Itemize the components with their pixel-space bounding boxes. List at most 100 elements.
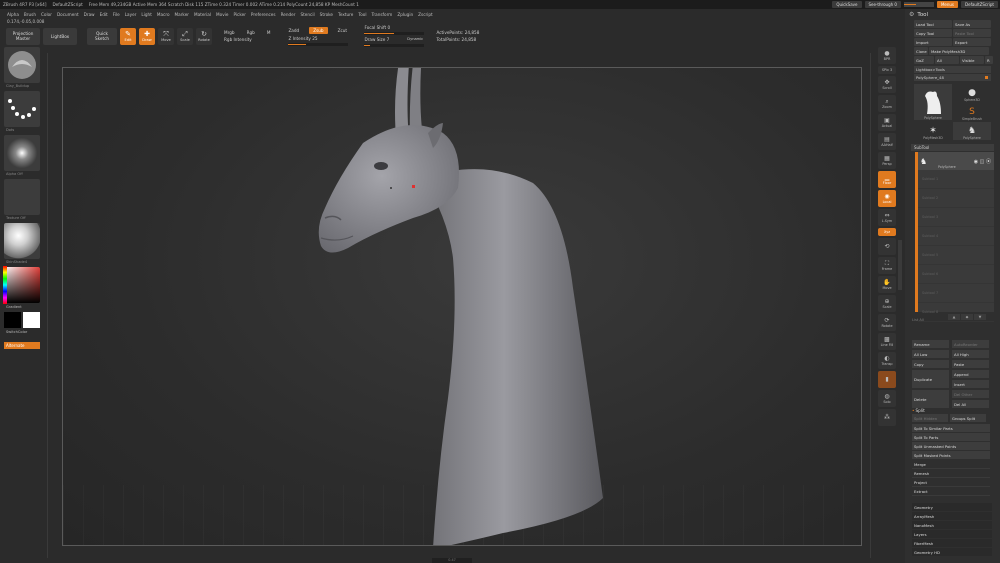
focal-shift-track[interactable] [364, 32, 425, 35]
all-low-button[interactable]: All Low [912, 350, 949, 358]
menu-light[interactable]: Light [141, 12, 151, 17]
subtool-empty-slot[interactable]: Subtool 7 [918, 284, 994, 303]
ghost-button[interactable]: ▮ [878, 371, 896, 388]
menu-stroke[interactable]: Stroke [320, 12, 333, 17]
menu-texture[interactable]: Texture [338, 12, 353, 17]
draw-size-slider[interactable]: Draw Size 7 [364, 37, 389, 42]
subpalette-geometry[interactable]: Geometry [912, 503, 992, 511]
subtool-empty-slot[interactable]: Subtool 5 [918, 246, 994, 265]
zoom-button[interactable]: ⌕ Zoom [878, 95, 896, 112]
paste-subtool-button[interactable]: Paste [952, 360, 989, 368]
export-button[interactable]: Export [953, 38, 991, 46]
arrow-up-icon[interactable]: ▲ [948, 314, 960, 320]
floor-button[interactable]: ▁ Floor [878, 171, 896, 188]
see-through-slider[interactable]: See-through 0 [864, 1, 901, 8]
subpalette-arraymesh[interactable]: ArrayMesh [912, 512, 992, 520]
menu-tool[interactable]: Tool [358, 12, 366, 17]
rotate-view-button[interactable]: ⟳ Rotate [878, 314, 896, 331]
projection-master-button[interactable]: Projection Master [6, 27, 40, 45]
rename-button[interactable]: Rename [912, 340, 949, 348]
transp-button[interactable]: ◐ Transp [878, 352, 896, 369]
actual-button[interactable]: ▣ Actual [878, 114, 896, 131]
extract-section[interactable]: Extract [912, 487, 990, 496]
menu-file[interactable]: File [113, 12, 120, 17]
autoreorder-button[interactable]: AutoReorder [952, 340, 989, 348]
menu-document[interactable]: Document [57, 12, 79, 17]
local-button[interactable]: ◉ Local [878, 190, 896, 207]
copy-tool-button[interactable]: Copy Tool [914, 29, 952, 37]
rgb-toggle[interactable]: Rgb [247, 30, 255, 35]
frame-button[interactable]: ⛶ Frame [878, 257, 896, 274]
palette-scroll-grip[interactable] [898, 240, 902, 290]
solo-button[interactable]: ◍ Solo [878, 390, 896, 407]
lsym-button[interactable]: ⇔ L.Sym [878, 209, 896, 226]
draw-mode-button[interactable]: ✚ Draw [139, 27, 155, 45]
subpalette-layers[interactable]: Layers [912, 530, 992, 538]
split-similar-button[interactable]: Split To Similar Parts [912, 424, 990, 432]
make-polymesh-button[interactable]: Make PolyMesh3D [929, 47, 989, 55]
z-intensity-slider[interactable]: Z Intensity 25 [288, 36, 348, 41]
bpr-button[interactable]: ● BPR [878, 47, 896, 64]
menu-preferences[interactable]: Preferences [251, 12, 276, 17]
import-button[interactable]: Import [914, 38, 952, 46]
tool-thumb-polysphere-2[interactable]: ♞ PolySphere [953, 122, 991, 140]
rotate-y-button[interactable]: ⟲ [878, 238, 896, 255]
menu-draw[interactable]: Draw [84, 12, 95, 17]
canvas-viewport[interactable] [62, 67, 862, 546]
subtool-empty-slot[interactable]: Subtool 2 [918, 189, 994, 208]
move-mode-button[interactable]: ⤧ Move [158, 27, 174, 45]
scroll-button[interactable]: ✥ Scroll [878, 76, 896, 93]
dynamic-toggle[interactable]: Dynamic [407, 37, 423, 42]
menu-stencil[interactable]: Stencil [300, 12, 314, 17]
default-script-button[interactable]: DefaultZScript [961, 1, 998, 8]
menu-marker[interactable]: Marker [175, 12, 189, 17]
split-header[interactable]: • Split [912, 406, 990, 414]
groups-split-button[interactable]: Groups Split [950, 414, 986, 422]
switch-color-button[interactable]: SwitchColor [4, 330, 44, 334]
aahalf-button[interactable]: ▤ AAHalf [878, 133, 896, 150]
texture-selector[interactable] [4, 179, 40, 215]
tool-palette-header[interactable]: ⚙ Tool [905, 9, 1000, 20]
focal-shift-slider[interactable]: Focal Shift 0 [364, 25, 424, 30]
quick-sketch-button[interactable]: Quick Sketch [87, 27, 117, 45]
menu-macro[interactable]: Macro [157, 12, 170, 17]
copy-subtool-button[interactable]: Copy [912, 360, 949, 368]
rgb-intensity-slider[interactable]: Rgb Intensity [224, 37, 270, 42]
lightbox-tools-button[interactable]: Lightbox>Tools [914, 66, 991, 73]
tool-thumb-polymesh3d[interactable]: ✶ PolyMesh3D [914, 122, 952, 140]
edit-mode-button[interactable]: ✎ Edit [120, 27, 136, 45]
subtool-section-header[interactable]: SubTool [911, 144, 994, 151]
goz-r-button[interactable]: R [985, 56, 993, 64]
subpalette-nanomesh[interactable]: NanoMesh [912, 521, 992, 529]
lightbox-button[interactable]: LightBox [43, 27, 77, 45]
subtool-empty-slot[interactable]: Subtool 6 [918, 265, 994, 284]
split-unmasked-button[interactable]: Split Unmasked Points [912, 442, 990, 450]
menu-zplugin[interactable]: Zplugin [397, 12, 413, 17]
rotate-mode-button[interactable]: ↻ Rotate [196, 27, 212, 45]
main-color-swatch[interactable] [4, 312, 21, 328]
z-intensity-track[interactable] [288, 42, 349, 46]
arrow-mid-icon[interactable]: ◆ [961, 314, 973, 320]
subtool-visibility-icon[interactable]: ◉ ◫ ⦿ [974, 158, 991, 165]
zsub-toggle[interactable]: Zsub [309, 26, 328, 34]
menu-edit[interactable]: Edit [100, 12, 108, 17]
zcut-toggle[interactable]: Zcut [338, 28, 347, 33]
paste-tool-button[interactable]: Paste Tool [953, 29, 991, 37]
subpalette-fibermesh[interactable]: FiberMesh [912, 539, 992, 547]
menu-alpha[interactable]: Alpha [7, 12, 19, 17]
menu-brush[interactable]: Brush [24, 12, 36, 17]
mrgb-toggle[interactable]: Mrgb [224, 30, 235, 35]
menu-color[interactable]: Color [41, 12, 52, 17]
menu-zscript[interactable]: Zscript [418, 12, 433, 17]
goz-all-button[interactable]: All [935, 56, 959, 64]
stroke-selector[interactable] [4, 91, 40, 127]
merge-section[interactable]: Merge [912, 460, 990, 469]
quicksave-button[interactable]: QuickSave [832, 1, 862, 8]
project-section[interactable]: Project [912, 478, 990, 487]
subpalette-geometry-hd[interactable]: Geometry HD [912, 548, 992, 556]
tool-thumb-sphere3d[interactable]: ● Sphere3D [953, 84, 991, 102]
move-view-button[interactable]: ✋ Move [878, 276, 896, 293]
split-hidden-button[interactable]: Split Hidden [912, 414, 948, 422]
current-tool-slider[interactable]: PolySphere_48 [914, 74, 991, 81]
m-toggle[interactable]: M [267, 30, 271, 35]
